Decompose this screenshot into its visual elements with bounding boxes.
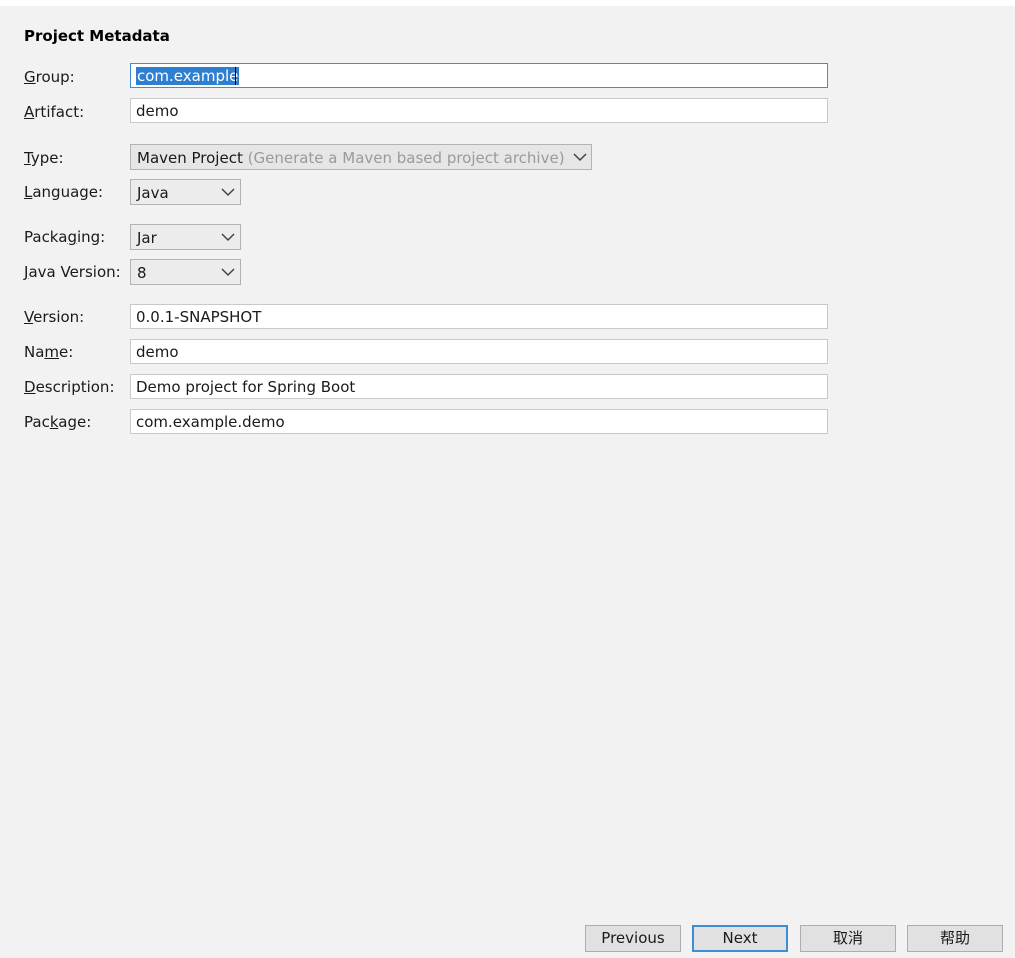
- packaging-value: Jar: [137, 229, 157, 247]
- type-value: Maven Project: [137, 149, 243, 167]
- type-hint: (Generate a Maven based project archive): [247, 149, 565, 167]
- packaging-select[interactable]: Jar: [130, 224, 241, 250]
- group-value: com.example: [136, 67, 240, 85]
- previous-button[interactable]: Previous: [585, 925, 681, 952]
- text-caret: [235, 67, 236, 85]
- language-value: Java: [137, 184, 169, 202]
- package-label: Package:: [24, 413, 92, 431]
- artifact-label: Artifact:: [24, 103, 85, 121]
- artifact-input[interactable]: demo: [130, 98, 828, 123]
- name-input[interactable]: demo: [130, 339, 828, 364]
- chevron-down-icon: [221, 188, 235, 197]
- section-title: Project Metadata: [24, 27, 170, 45]
- group-label: Group:: [24, 68, 75, 86]
- type-label: Type:: [24, 149, 64, 167]
- chevron-down-icon: [221, 268, 235, 277]
- description-value: Demo project for Spring Boot: [136, 378, 356, 396]
- version-input[interactable]: 0.0.1-SNAPSHOT: [130, 304, 828, 329]
- next-button[interactable]: Next: [692, 925, 788, 952]
- new-project-dialog-page: Project Metadata Group: com.example Arti…: [0, 0, 1015, 958]
- language-select[interactable]: Java: [130, 179, 241, 205]
- java-version-label: Java Version:: [24, 263, 121, 281]
- help-button[interactable]: 帮助: [907, 925, 1003, 952]
- chevron-down-icon: [573, 153, 587, 162]
- language-label: Language:: [24, 183, 104, 201]
- package-input[interactable]: com.example.demo: [130, 409, 828, 434]
- version-value: 0.0.1-SNAPSHOT: [136, 308, 262, 326]
- cancel-button[interactable]: 取消: [800, 925, 896, 952]
- name-value: demo: [136, 343, 179, 361]
- description-label: Description:: [24, 378, 115, 396]
- package-value: com.example.demo: [136, 413, 285, 431]
- group-input[interactable]: com.example: [130, 63, 828, 88]
- chevron-down-icon: [221, 233, 235, 242]
- version-label: Version:: [24, 308, 85, 326]
- java-version-value: 8: [137, 264, 147, 282]
- name-label: Name:: [24, 343, 74, 361]
- java-version-select[interactable]: 8: [130, 259, 241, 285]
- artifact-value: demo: [136, 102, 179, 120]
- top-edge: [0, 0, 1015, 6]
- packaging-label: Packaging:: [24, 228, 106, 246]
- description-input[interactable]: Demo project for Spring Boot: [130, 374, 828, 399]
- type-select[interactable]: Maven Project (Generate a Maven based pr…: [130, 144, 592, 170]
